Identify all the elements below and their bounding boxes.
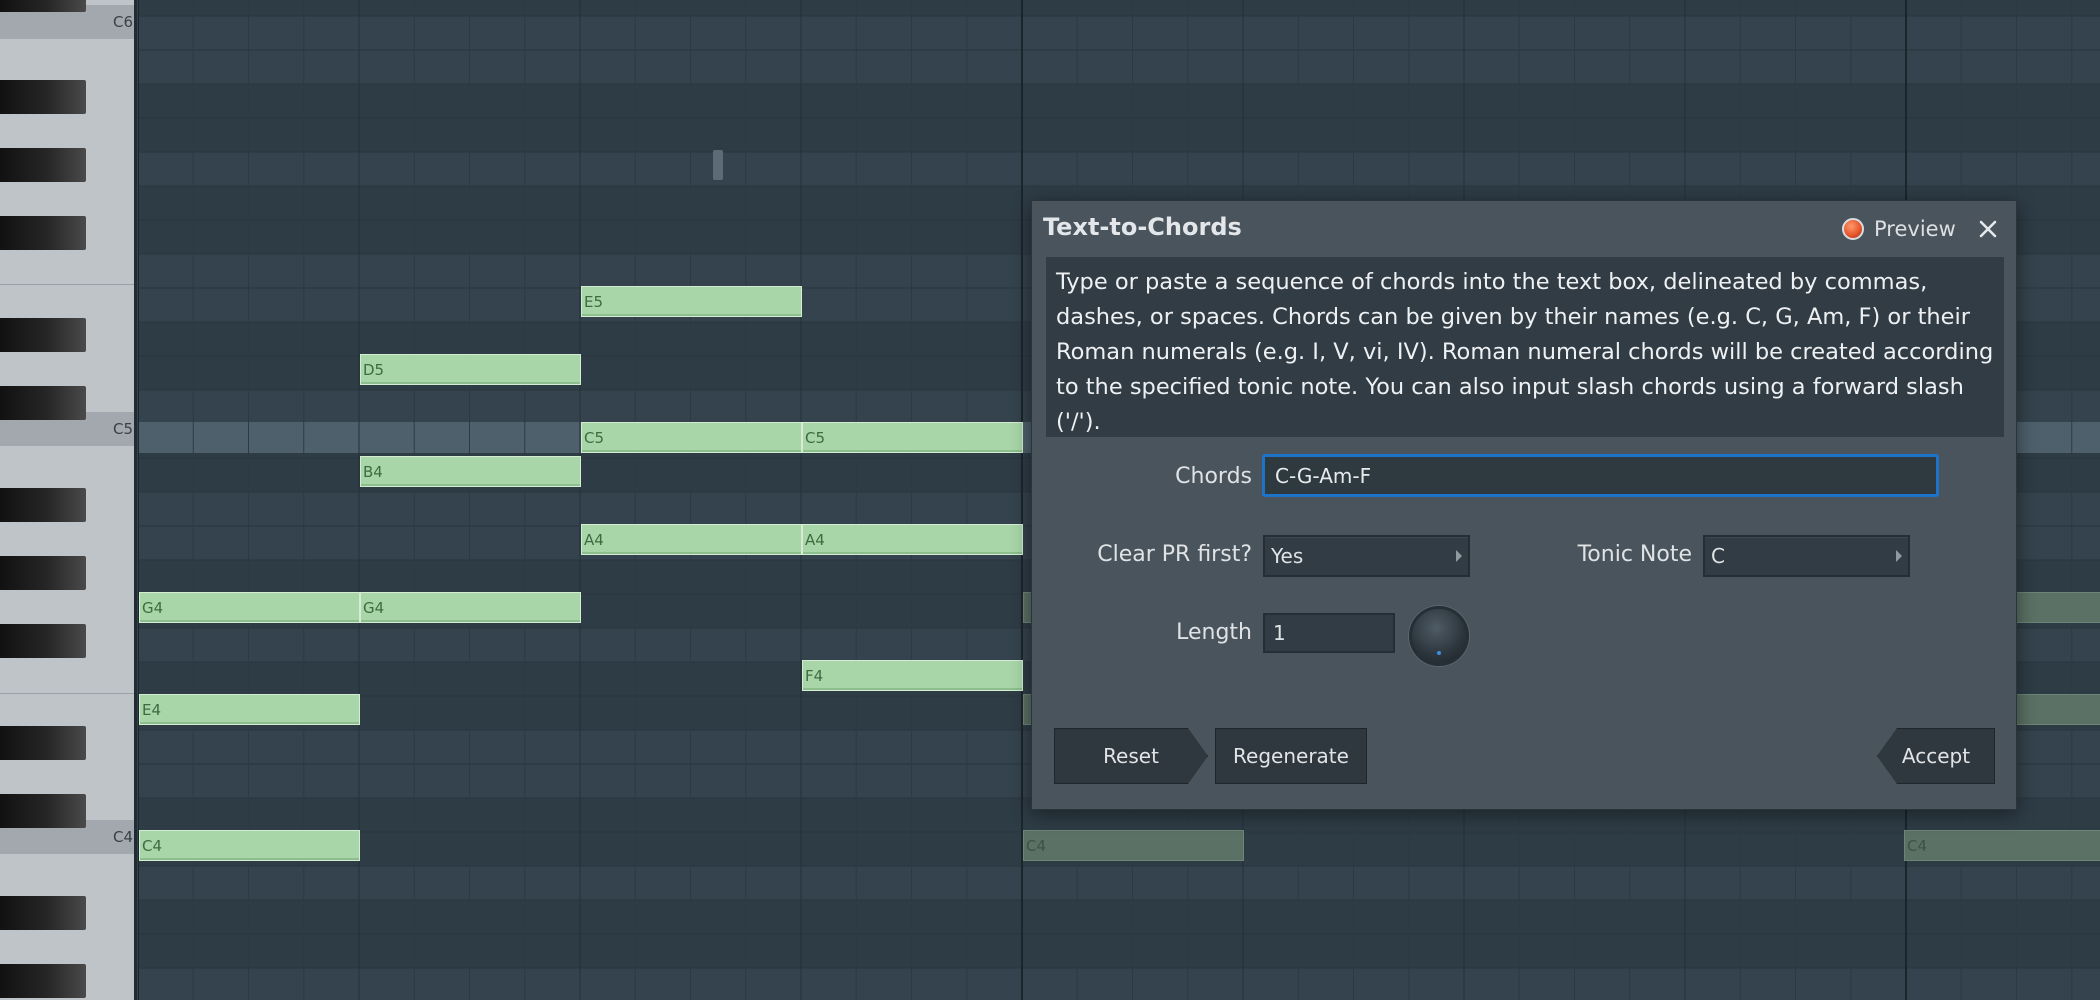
note-label: C4 [1907,837,1928,855]
note-g4[interactable]: G4 [139,592,360,623]
black-key[interactable] [0,386,86,420]
key-label-c6: C6 [112,13,133,31]
black-key[interactable] [0,80,86,114]
accept-button[interactable]: Accept [1877,728,1995,784]
black-key[interactable] [0,148,86,182]
chords-label: Chords [1175,464,1252,489]
ghost-note-c4[interactable]: C4 [1904,830,2100,861]
note-f4[interactable]: F4 [802,660,1023,691]
close-icon[interactable] [1974,215,2002,243]
note-c5[interactable]: C5 [581,422,802,453]
key-label-c5: C5 [112,420,133,438]
black-key[interactable] [0,488,86,522]
text-to-chords-dialog: Text-to-Chords Preview Type or paste a s… [1031,200,2017,810]
black-key[interactable] [0,216,86,250]
note-g4[interactable]: G4 [360,592,581,623]
black-key[interactable] [0,318,86,352]
ghost-note[interactable] [2008,694,2100,725]
length-knob[interactable] [1409,606,1469,666]
length-label: Length [1176,620,1252,645]
playhead-marker[interactable] [713,150,723,180]
ghost-note-c4[interactable]: C4 [1023,830,1244,861]
note-label: E4 [142,701,162,719]
note-d5[interactable]: D5 [360,354,581,385]
black-key[interactable] [0,726,86,760]
black-key[interactable] [0,794,86,828]
note-label: G4 [142,599,164,617]
description-box: Type or paste a sequence of chords into … [1046,257,2004,437]
note-label: C5 [805,429,826,447]
note-label: A4 [805,531,825,549]
note-c5[interactable]: C5 [802,422,1023,453]
note-label: A4 [584,531,604,549]
dialog-title: Text-to-Chords [1043,213,1242,241]
black-key[interactable] [0,624,86,658]
note-label: C5 [584,429,605,447]
chords-input[interactable] [1262,454,1939,497]
preview-label: Preview [1874,217,1956,241]
tonic-note-value: C [1711,544,1725,568]
dropdown-arrow-icon [1896,550,1902,562]
preview-toggle[interactable]: Preview [1842,213,1956,245]
clear-pr-dropdown[interactable]: Yes [1263,535,1470,577]
black-key[interactable] [0,0,86,12]
regenerate-button[interactable]: Regenerate [1215,728,1367,784]
note-label: G4 [363,599,385,617]
white-key-divider [0,284,137,285]
tonic-note-label: Tonic Note [1577,542,1692,567]
black-key[interactable] [0,964,86,998]
note-c4[interactable]: C4 [139,830,360,861]
reset-button[interactable]: Reset [1054,728,1208,784]
note-b4[interactable]: B4 [360,456,581,487]
length-input[interactable]: 1 [1263,613,1395,653]
piano-keyboard[interactable]: C6 C5 C4 [0,0,137,1000]
ghost-note[interactable] [2008,592,2100,623]
keyboard-edge [134,0,137,1000]
length-value: 1 [1273,621,1286,645]
black-key[interactable] [0,896,86,930]
tonic-note-dropdown[interactable]: C [1703,535,1910,577]
note-label: D5 [363,361,385,379]
note-a4[interactable]: A4 [802,524,1023,555]
key-label-c4: C4 [112,828,133,846]
note-a4[interactable]: A4 [581,524,802,555]
note-e5[interactable]: E5 [581,286,802,317]
note-label: C4 [1026,837,1047,855]
note-label: C4 [142,837,163,855]
clear-pr-label: Clear PR first? [1097,542,1252,567]
note-label: F4 [805,667,824,685]
clear-pr-value: Yes [1271,544,1304,568]
note-label: E5 [584,293,604,311]
description-text: Type or paste a sequence of chords into … [1056,269,1994,435]
note-label: B4 [363,463,383,481]
note-e4[interactable]: E4 [139,694,360,725]
dropdown-arrow-icon [1456,550,1462,562]
white-key-divider [0,693,137,694]
black-key[interactable] [0,556,86,590]
preview-led-icon[interactable] [1842,218,1864,240]
